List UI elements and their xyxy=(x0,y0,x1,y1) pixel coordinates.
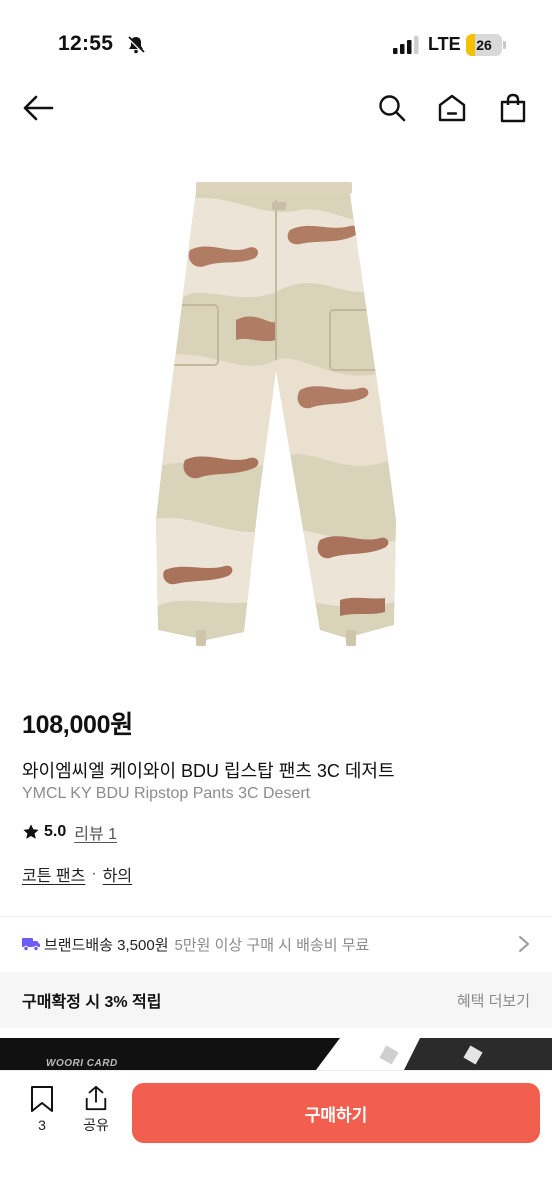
shipping-fee-label: 브랜드배송 3,500원 xyxy=(44,936,169,954)
divider xyxy=(0,916,552,917)
category-link-cotton-pants[interactable]: 코튼 팬츠 xyxy=(22,862,85,886)
delivery-truck-icon xyxy=(22,938,40,951)
category-breadcrumb: 코튼 팬츠 · 하의 xyxy=(22,862,132,886)
product-title-english: YMCL KY BDU Ripstop Pants 3C Desert xyxy=(22,785,311,802)
signal-icon xyxy=(393,36,419,54)
benefit-row[interactable]: 구매확정 시 3% 적립 혜택 더보기 xyxy=(0,972,552,1028)
shopping-bag-icon[interactable] xyxy=(495,90,531,126)
bottom-action-bar: 3 공유 구매하기 xyxy=(0,1070,552,1200)
product-title-korean: 와이엠씨엘 케이와이 BDU 립스탑 팬츠 3C 데저트 xyxy=(22,761,395,781)
like-count: 3 xyxy=(38,1117,46,1133)
search-icon[interactable] xyxy=(374,90,410,126)
chevron-right-icon xyxy=(519,936,529,952)
price: 108,000원 xyxy=(22,711,133,739)
card-banner-text: WOORI CARD xyxy=(46,1058,118,1069)
nav-header xyxy=(0,80,552,140)
star-icon xyxy=(23,824,39,839)
share-icon xyxy=(85,1085,107,1111)
back-arrow-icon[interactable] xyxy=(20,90,56,126)
points-benefit-label: 구매확정 시 3% 적립 xyxy=(22,994,162,1011)
status-time: 12:55 xyxy=(58,32,114,55)
product-image[interactable] xyxy=(0,160,552,680)
rating-value: 5.0 xyxy=(44,823,67,840)
category-separator: · xyxy=(91,865,97,882)
free-shipping-note: 5만원 이상 구매 시 배송비 무료 xyxy=(174,936,370,954)
category-link-bottoms[interactable]: 하의 xyxy=(103,862,132,886)
battery-level-text: 26 xyxy=(476,37,492,53)
rating-row: 5.0 리뷰 1 xyxy=(22,820,117,844)
bookmark-icon xyxy=(31,1086,53,1112)
like-button[interactable]: 3 xyxy=(22,1085,62,1135)
review-count-link[interactable]: 리뷰 1 xyxy=(74,820,117,844)
share-button[interactable]: 공유 xyxy=(76,1085,116,1135)
battery-icon: 26 xyxy=(466,34,506,56)
bell-muted-icon xyxy=(127,36,145,54)
view-benefits-link[interactable]: 혜택 더보기 xyxy=(457,990,530,1011)
network-label: LTE xyxy=(428,34,461,54)
status-bar: 12:55 LTE 26 xyxy=(0,0,552,80)
shipping-info-row[interactable]: 브랜드배송 3,500원 5만원 이상 구매 시 배송비 무료 xyxy=(0,918,552,970)
buy-button[interactable]: 구매하기 xyxy=(132,1083,540,1143)
share-label: 공유 xyxy=(83,1117,109,1133)
home-icon[interactable] xyxy=(434,90,470,126)
